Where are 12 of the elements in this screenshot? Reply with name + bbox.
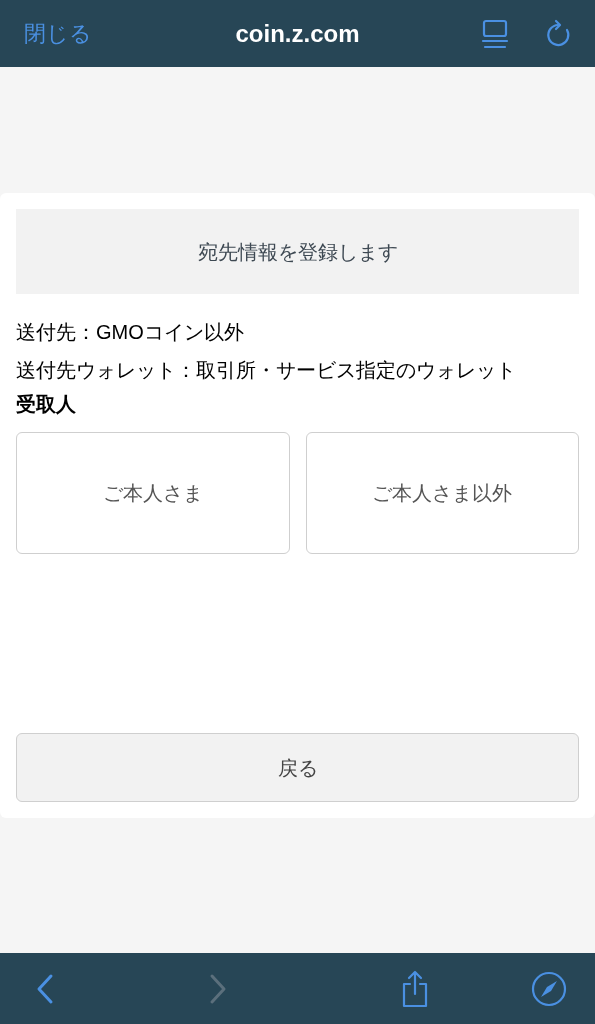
detail-text: 送付先ウォレット：取引所・サービス指定のウォレット <box>16 358 517 383</box>
reload-icon[interactable] <box>545 18 571 49</box>
back-button[interactable]: 戻る <box>16 733 579 802</box>
page-heading: 宛先情報を登録します <box>16 209 579 294</box>
back-icon[interactable] <box>36 972 54 1005</box>
page-url: coin.z.com <box>235 18 360 49</box>
recipient-option[interactable]: ご本人さま以外 <box>305 432 579 554</box>
compass-icon[interactable] <box>531 970 567 1007</box>
recipient-option[interactable]: ご本人さま <box>16 432 290 554</box>
recipient-label: 受取人 <box>16 392 77 417</box>
reader-view-icon[interactable] <box>481 18 509 49</box>
detail-text: 送付先：GMOコイン以外 <box>16 320 245 345</box>
